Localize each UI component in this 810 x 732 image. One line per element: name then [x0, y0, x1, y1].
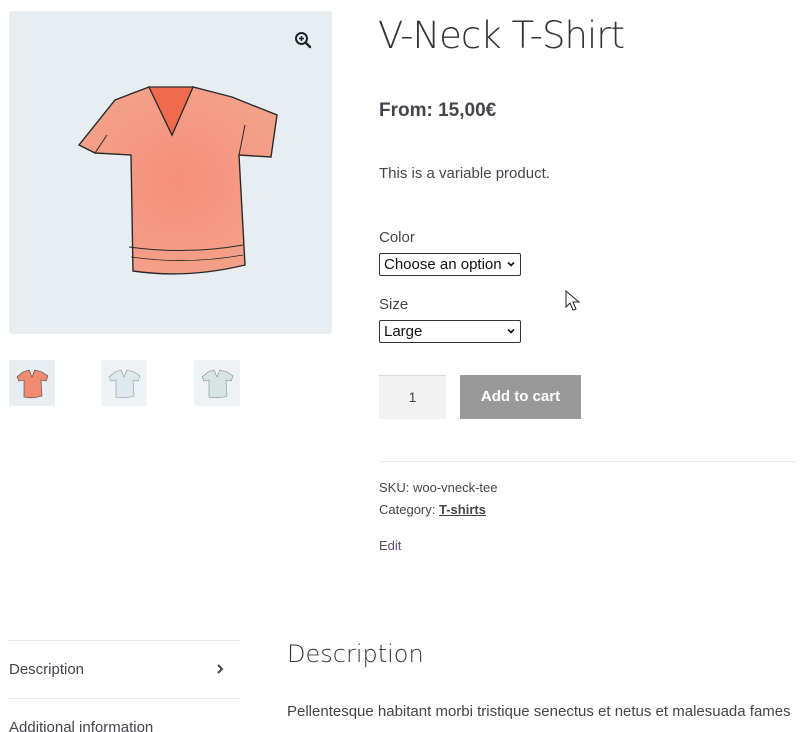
category-link[interactable]: T-shirts — [439, 502, 486, 517]
zoom-in-icon[interactable] — [294, 31, 312, 49]
edit-link[interactable]: Edit — [379, 538, 401, 553]
size-label: Size — [379, 296, 409, 313]
size-select[interactable]: Large — [379, 320, 521, 343]
color-select[interactable]: Choose an option — [379, 253, 521, 276]
gray-tshirt-thumb — [201, 369, 234, 399]
product-price: From: 15,00€ — [379, 100, 497, 121]
product-title: V-Neck T-Shirt — [378, 14, 625, 57]
mouse-pointer-icon — [565, 290, 581, 311]
category-label: Category: — [379, 502, 436, 517]
thumbnail-pink[interactable] — [9, 360, 55, 406]
quantity-input[interactable]: 1 — [379, 375, 446, 419]
product-sku: SKU: woo-vneck-tee — [379, 480, 498, 495]
pink-tshirt-image — [77, 86, 278, 275]
tab-divider — [8, 698, 240, 699]
color-label: Color — [379, 229, 415, 246]
tab-additional-information[interactable]: Additional information — [9, 719, 153, 732]
pink-tshirt-thumb — [16, 369, 49, 399]
product-short-description: This is a variable product. — [379, 165, 550, 182]
size-select-value: Large — [384, 323, 423, 340]
color-select-value: Choose an option — [384, 256, 502, 273]
product-main-image[interactable] — [9, 11, 332, 334]
add-to-cart-button[interactable]: Add to cart — [460, 375, 581, 419]
chevron-down-icon — [507, 261, 515, 267]
chevron-down-icon — [507, 328, 515, 334]
thumbnail-gray[interactable] — [194, 360, 240, 406]
description-heading: Description — [287, 640, 424, 668]
white-tshirt-thumb — [108, 369, 141, 399]
product-category: Category: T-shirts — [379, 502, 486, 517]
tab-divider — [8, 640, 240, 641]
description-text: Pellentesque habitant morbi tristique se… — [287, 703, 791, 720]
sku-value: woo-vneck-tee — [412, 480, 498, 495]
meta-divider — [379, 461, 795, 462]
tab-description[interactable]: Description — [9, 661, 84, 678]
thumbnail-white[interactable] — [101, 360, 147, 406]
sku-label: SKU: — [379, 480, 410, 495]
chevron-right-icon — [217, 664, 224, 674]
